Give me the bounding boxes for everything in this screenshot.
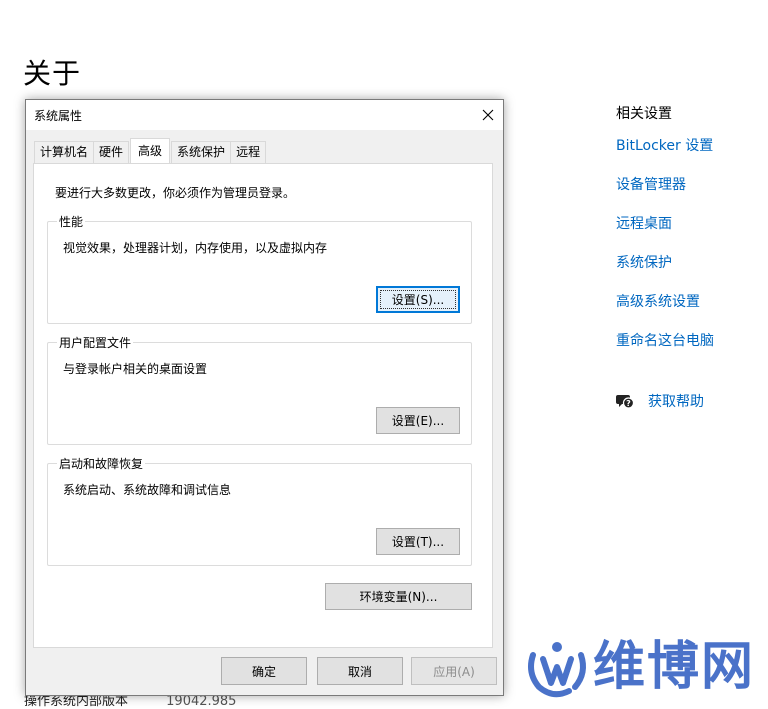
wb-logo-icon (528, 642, 586, 698)
watermark-text: 维博网 (593, 637, 756, 697)
page-title: 关于 (23, 57, 82, 90)
advanced-tab-panel: 要进行大多数更改，你必须作为管理员登录。 性能 视觉效果，处理器计划，内存使用，… (33, 163, 493, 648)
svg-text:?: ? (626, 399, 631, 408)
apply-button[interactable]: 应用(A) (411, 657, 497, 685)
link-advanced-system-settings[interactable]: 高级系统设置 (616, 293, 766, 332)
performance-settings-button[interactable]: 设置(S)... (376, 286, 460, 313)
close-button[interactable] (473, 100, 503, 130)
ok-button[interactable]: 确定 (221, 657, 307, 685)
link-rename-pc[interactable]: 重命名这台电脑 (616, 332, 766, 371)
tab-system-protection[interactable]: 系统保护 (171, 141, 232, 163)
dialog-title: 系统属性 (34, 109, 83, 123)
tab-computer-name[interactable]: 计算机名 (34, 141, 95, 163)
user-profiles-group-label: 用户配置文件 (57, 334, 134, 351)
startup-recovery-group-desc: 系统启动、系统故障和调试信息 (63, 483, 232, 497)
performance-group-desc: 视觉效果，处理器计划，内存使用，以及虚拟内存 (63, 241, 328, 255)
startup-recovery-group: 启动和故障恢复 系统启动、系统故障和调试信息 设置(T)... (47, 455, 472, 566)
link-remote-desktop[interactable]: 远程桌面 (616, 215, 766, 254)
tab-hardware[interactable]: 硬件 (93, 141, 130, 163)
tab-strip: 计算机名 硬件 高级 系统保护 远程 (34, 138, 267, 163)
os-build-value: 19042.985 (166, 694, 237, 709)
dialog-titlebar[interactable]: 系统属性 (26, 100, 503, 130)
user-profiles-group: 用户配置文件 与登录帐户相关的桌面设置 设置(E)... (47, 334, 472, 445)
startup-recovery-group-label: 启动和故障恢复 (57, 455, 146, 472)
related-settings: 相关设置 BitLocker 设置 设备管理器 远程桌面 系统保护 高级系统设置… (616, 103, 766, 371)
user-profiles-group-desc: 与登录帐户相关的桌面设置 (63, 362, 208, 376)
cancel-button[interactable]: 取消 (317, 657, 403, 685)
get-help-label: 获取帮助 (648, 394, 704, 410)
chat-help-icon: ? (616, 395, 634, 409)
related-settings-title: 相关设置 (616, 106, 672, 122)
link-device-manager[interactable]: 设备管理器 (616, 176, 766, 215)
startup-recovery-settings-button[interactable]: 设置(T)... (376, 528, 460, 555)
performance-group-label: 性能 (57, 213, 86, 230)
performance-group: 性能 视觉效果，处理器计划，内存使用，以及虚拟内存 设置(S)... (47, 213, 472, 324)
close-icon (482, 109, 494, 121)
os-build-label: 操作系统内部版本 (24, 694, 129, 709)
system-properties-dialog: 系统属性 计算机名 硬件 高级 系统保护 远程 要进行大多数更改，你必须作为管理… (25, 99, 504, 696)
link-bitlocker[interactable]: BitLocker 设置 (616, 137, 766, 176)
environment-variables-button[interactable]: 环境变量(N)... (325, 583, 472, 610)
tab-advanced[interactable]: 高级 (130, 138, 171, 163)
get-help-link[interactable]: ? 获取帮助 (616, 391, 704, 411)
user-profiles-settings-button[interactable]: 设置(E)... (376, 407, 460, 434)
link-system-protection[interactable]: 系统保护 (616, 254, 766, 293)
watermark: 维博网 (523, 628, 768, 706)
admin-note: 要进行大多数更改，你必须作为管理员登录。 (55, 186, 296, 200)
tab-remote[interactable]: 远程 (230, 141, 267, 163)
